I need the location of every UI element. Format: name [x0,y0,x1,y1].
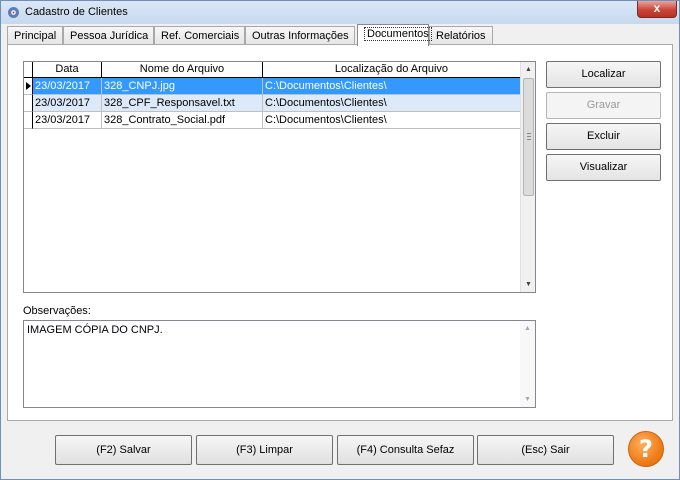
scroll-down-icon[interactable]: ▼ [520,392,535,407]
limpar-button[interactable]: (F3) Limpar [196,435,333,465]
tab-pessoa-juridica[interactable]: Pessoa Jurídica [63,26,154,45]
cell-name: 328_CPF_Responsavel.txt [102,95,263,112]
cell-location: C:\Documentos\Clientes\ [263,112,521,129]
observacoes-label: Observações: [23,305,91,317]
excluir-button[interactable]: Excluir [546,123,661,150]
salvar-button[interactable]: (F2) Salvar [55,435,192,465]
table-row[interactable]: 23/03/2017 328_CNPJ.jpg C:\Documentos\Cl… [24,78,521,95]
grid-header: Data Nome do Arquivo Localização do Arqu… [24,62,521,78]
cell-date: 23/03/2017 [33,95,102,112]
documents-grid[interactable]: Data Nome do Arquivo Localização do Arqu… [23,61,536,293]
scroll-up-icon[interactable]: ▲ [520,321,535,336]
cell-location: C:\Documentos\Clientes\ [263,95,521,112]
visualizar-button[interactable]: Visualizar [546,154,661,181]
column-header-localizacao[interactable]: Localização do Arquivo [263,62,521,78]
gravar-button[interactable]: Gravar [546,92,661,119]
tab-outras-informacoes[interactable]: Outras Informações [245,26,355,45]
observacoes-value: IMAGEM CÓPIA DO CNPJ. [27,324,163,336]
observacoes-textarea[interactable]: IMAGEM CÓPIA DO CNPJ. ▲ ▼ [23,320,536,408]
row-indicator [24,95,33,112]
row-indicator [24,78,33,95]
sair-button[interactable]: (Esc) Sair [477,435,614,465]
tab-ref-comerciais[interactable]: Ref. Comerciais [154,26,245,45]
app-gear-icon [8,7,19,18]
cell-date: 23/03/2017 [33,78,102,95]
window-title: Cadastro de Clientes [25,6,128,18]
consulta-sefaz-button[interactable]: (F4) Consulta Sefaz [337,435,474,465]
tab-documentos[interactable]: Documentos [357,24,432,46]
cell-date: 23/03/2017 [33,112,102,129]
observacoes-scrollbar[interactable]: ▲ ▼ [520,321,535,407]
tab-principal[interactable]: Principal [7,26,63,45]
column-header-nome[interactable]: Nome do Arquivo [102,62,263,78]
tab-relatorios[interactable]: Relatórios [429,26,493,45]
column-header-data[interactable]: Data [33,62,102,78]
cell-name: 328_CNPJ.jpg [102,78,263,95]
cell-location: C:\Documentos\Clientes\ [263,78,521,95]
indicator-header [24,62,33,78]
scroll-thumb[interactable] [523,78,534,196]
row-indicator [24,112,33,129]
cell-name: 328_Contrato_Social.pdf [102,112,263,129]
grid-vertical-scrollbar[interactable]: ▲ ▼ [520,62,535,292]
scroll-up-icon[interactable]: ▲ [521,62,535,77]
table-row[interactable]: 23/03/2017 328_Contrato_Social.pdf C:\Do… [24,112,521,129]
table-row[interactable]: 23/03/2017 328_CPF_Responsavel.txt C:\Do… [24,95,521,112]
row-pointer-icon [26,82,31,90]
main-window: Cadastro de Clientes x Principal Pessoa … [0,0,680,480]
localizar-button[interactable]: Localizar [546,61,661,88]
title-bar: Cadastro de Clientes x [1,1,679,24]
help-icon[interactable]: ? [628,431,664,467]
scroll-down-icon[interactable]: ▼ [521,277,535,292]
documentos-panel: Data Nome do Arquivo Localização do Arqu… [7,44,673,421]
close-button[interactable]: x [637,1,677,18]
